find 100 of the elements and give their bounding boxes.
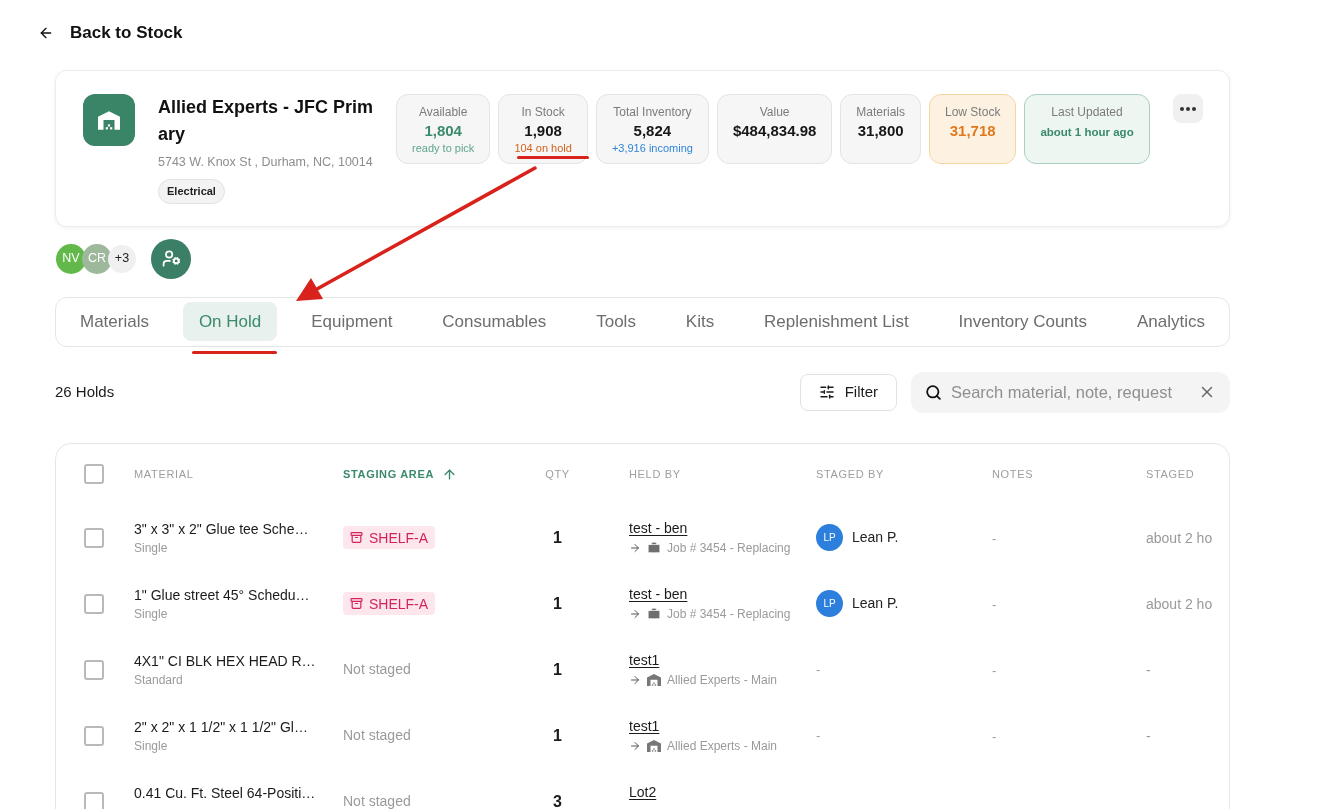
- material-variant: Single: [134, 605, 169, 622]
- staged-time: -: [1146, 661, 1151, 678]
- stat-label: Total Inventory: [613, 104, 692, 120]
- held-by-link[interactable]: test - ben: [629, 518, 688, 538]
- tab[interactable]: Equipment: [295, 302, 409, 341]
- arrow-right-icon: [629, 674, 641, 686]
- column-header: NOTES: [992, 466, 1034, 482]
- material-variant: Standard: [134, 671, 184, 688]
- warehouse-icon: [647, 674, 661, 686]
- stat-label: Value: [759, 104, 790, 120]
- qty-value: 3: [553, 791, 562, 809]
- qty-value: 1: [553, 659, 562, 680]
- member-count: +3: [108, 244, 136, 273]
- tab[interactable]: Replenishment List: [748, 302, 925, 341]
- archive-box-icon: [350, 597, 363, 610]
- staged-time: about 2 ho: [1146, 595, 1213, 612]
- held-by-link[interactable]: test1: [629, 716, 660, 736]
- notes-value: -: [992, 530, 997, 546]
- column-header: STAGED: [1146, 466, 1195, 482]
- held-by-link[interactable]: test1: [629, 650, 660, 670]
- shelf-label: SHELF-A: [369, 528, 429, 547]
- hold-target: Job # 3454 - Replacing: [667, 540, 791, 557]
- hold-target: Allied Experts - Main: [667, 672, 778, 689]
- stat-note: 104 on hold: [514, 142, 572, 155]
- checkbox[interactable]: [84, 659, 104, 680]
- briefcase-icon: [647, 607, 661, 621]
- more-options-button[interactable]: [1173, 94, 1203, 123]
- column-header: HELD BY: [629, 466, 681, 482]
- staging-status: Not staged: [343, 660, 411, 679]
- tab[interactable]: Materials: [64, 302, 165, 341]
- tab[interactable]: Tools: [580, 302, 652, 341]
- hold-target: Job # 3454 - Replacing: [667, 606, 791, 623]
- warehouse-icon: [647, 740, 661, 752]
- tab[interactable]: Kits: [669, 302, 731, 341]
- material-name: 1" Glue street 45° Schedu…: [134, 585, 311, 605]
- arrow-right-icon: [629, 608, 641, 620]
- member-avatar: CR: [82, 243, 112, 274]
- user-gear-icon: [161, 249, 181, 268]
- material-name: 2" x 2" x 1 1/2" x 1 1/2" Gl…: [134, 717, 309, 737]
- material-name: 0.41 Cu. Ft. Steel 64-Positi…: [134, 783, 317, 803]
- checkbox[interactable]: [84, 464, 104, 484]
- checkbox[interactable]: [84, 725, 104, 746]
- staged-by-name: Lean P.: [852, 528, 899, 547]
- back-link[interactable]: Back to Stock: [38, 20, 183, 46]
- stat-label: Materials: [856, 104, 905, 120]
- stat-value: 31,718: [949, 121, 996, 141]
- shelf-label: SHELF-A: [369, 594, 429, 613]
- staging-status: Not staged: [343, 792, 411, 809]
- category-tag: Electrical: [158, 179, 225, 204]
- stat-value: 1,908: [524, 121, 562, 141]
- warehouse-icon: [83, 94, 135, 146]
- tab[interactable]: Consumables: [426, 302, 563, 341]
- manage-members-button[interactable]: [151, 238, 191, 279]
- notes-value: -: [992, 596, 997, 612]
- qty-value: 1: [553, 725, 562, 746]
- more-dots-icon: [1180, 106, 1196, 111]
- stat-label: Last Updated: [1051, 104, 1123, 120]
- stat-label: In Stock: [521, 104, 565, 120]
- column-header: MATERIAL: [134, 466, 194, 482]
- sliders-icon: [818, 384, 835, 400]
- notes-value: -: [992, 728, 997, 744]
- column-header: QTY: [545, 466, 570, 482]
- held-by-link[interactable]: test - ben: [629, 584, 688, 604]
- tab[interactable]: On Hold: [182, 302, 278, 341]
- column-header[interactable]: STAGING AREA: [343, 465, 435, 483]
- filter-button[interactable]: Filter: [799, 373, 897, 411]
- holds-count: 26 Holds: [55, 381, 115, 402]
- checkbox[interactable]: [84, 593, 104, 614]
- qty-value: 1: [553, 593, 562, 614]
- stat-value: about 1 hour ago: [1040, 125, 1134, 140]
- stat-note: ready to pick: [412, 142, 475, 155]
- checkbox[interactable]: [84, 791, 104, 809]
- briefcase-icon: [647, 541, 661, 555]
- stat-value: 5,824: [633, 121, 672, 141]
- location-name: Allied Experts - JFC Primary: [158, 96, 375, 146]
- checkbox[interactable]: [84, 527, 104, 548]
- staged-by-empty: -: [816, 726, 821, 745]
- stat-value: $484,834.98: [732, 121, 817, 141]
- tab[interactable]: Inventory Counts: [942, 302, 1104, 341]
- user-avatar: LP: [816, 524, 843, 551]
- stat-label: Available: [418, 104, 468, 120]
- staged-by-name: Lean P.: [852, 594, 899, 613]
- material-variant: Single: [134, 737, 169, 754]
- archive-box-icon: [350, 531, 363, 544]
- arrow-right-icon: [629, 740, 641, 752]
- held-by-link[interactable]: Lot2: [629, 782, 657, 802]
- column-header: STAGED BY: [816, 466, 885, 482]
- material-variant: Single: [134, 539, 169, 556]
- stat-value: 31,800: [857, 121, 904, 141]
- material-name: 4X1" CI BLK HEX HEAD R…: [134, 651, 317, 671]
- search-field[interactable]: Search material, note, request: [911, 371, 1230, 413]
- qty-value: 1: [553, 527, 562, 548]
- arrow-right-icon: [629, 542, 641, 554]
- stat-note: +3,916 incoming: [611, 142, 693, 155]
- hold-target: Allied Experts - Main: [667, 738, 778, 755]
- staged-by-empty: -: [816, 660, 821, 679]
- stat-label: Low Stock: [945, 104, 1001, 120]
- search-icon: [925, 383, 942, 401]
- annotation-underline: [517, 156, 589, 159]
- tab[interactable]: Analytics: [1120, 302, 1221, 341]
